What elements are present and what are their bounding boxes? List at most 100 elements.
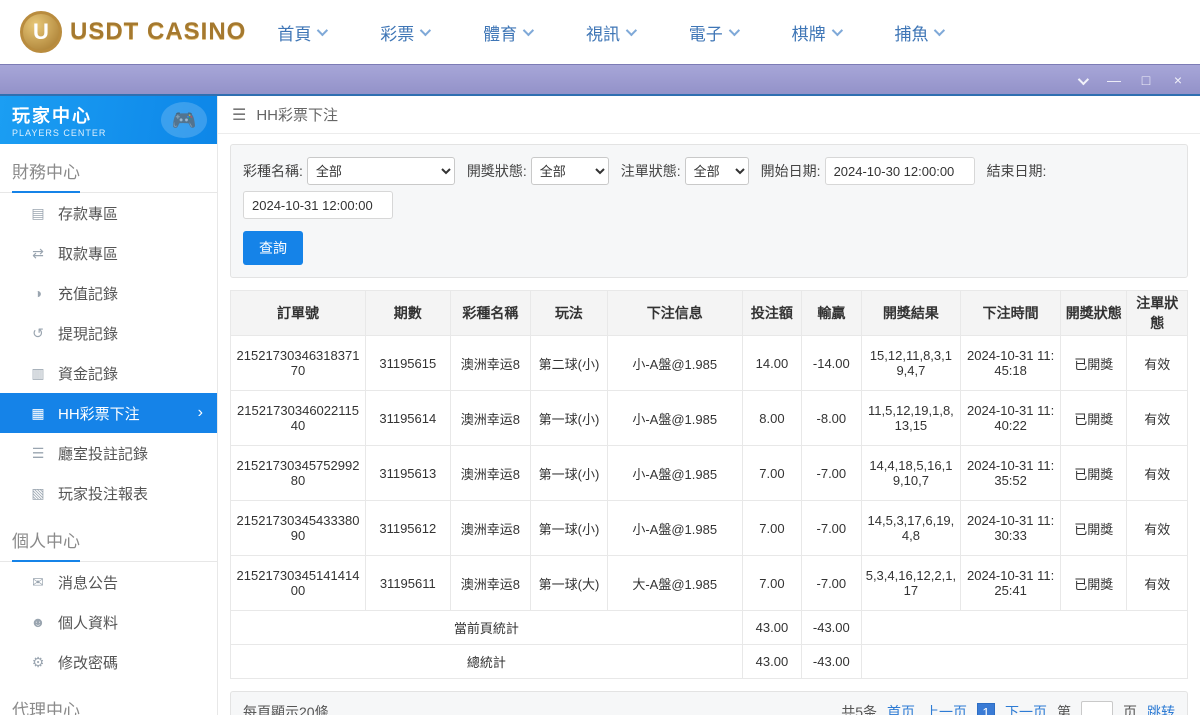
jump-suffix-label: 页 [1123, 704, 1137, 715]
gamepad-icon: 🎮 [161, 102, 207, 138]
cell-amount: 7.00 [741, 555, 803, 611]
start-date-input[interactable] [824, 157, 975, 185]
jump-button[interactable]: 跳转 [1147, 702, 1175, 715]
cell-winloss: -8.00 [801, 390, 862, 446]
cell-bet-status: 有效 [1126, 445, 1188, 501]
summary-page-winloss: -43.00 [801, 610, 862, 645]
first-page-link[interactable]: 首页 [887, 702, 915, 715]
nav-sports[interactable]: 體育 [483, 20, 535, 45]
cell-draw-status: 已開獎 [1059, 445, 1128, 501]
cell-draw-status: 已開獎 [1059, 555, 1128, 611]
cell-period: 31195612 [364, 500, 451, 556]
prev-page-link[interactable]: 上一页 [925, 702, 967, 715]
cell-order: 2152173034575299280 [230, 445, 366, 501]
end-date-label: 結束日期: [986, 163, 1047, 179]
col-period: 期數 [364, 290, 451, 336]
sidebar-item-hall-bet-record[interactable]: ☰ 廳室投註記錄 [0, 433, 217, 473]
sidebar-item-deposit[interactable]: ▤ 存款專區 [0, 193, 217, 233]
sidebar-item-label: 取款專區 [58, 245, 119, 263]
cell-result: 15,12,11,8,3,19,4,7 [860, 335, 962, 391]
summary-page-amount: 43.00 [741, 610, 803, 645]
table-row: 2152173034514141400 31195611 澳洲幸运8 第一球(大… [230, 555, 1188, 611]
nav-fishing[interactable]: 捕魚 [894, 20, 946, 45]
minimize-icon[interactable]: — [1106, 73, 1122, 87]
cell-result: 5,3,4,16,12,2,1,17 [860, 555, 962, 611]
nav-lottery[interactable]: 彩票 [380, 20, 432, 45]
nav-home-label: 首頁 [277, 24, 312, 44]
cell-winloss: -7.00 [801, 445, 862, 501]
cell-winloss: -14.00 [801, 335, 862, 391]
bets-table: 訂單號 期數 彩種名稱 玩法 下注信息 投注額 輸贏 開獎結果 下注時間 開獎狀… [230, 290, 1189, 679]
collapse-icon[interactable] [1074, 73, 1090, 87]
summary-row-page: 當前頁統計 43.00 -43.00 [230, 610, 1189, 645]
sidebar-item-withdraw[interactable]: ⇄ 取款專區 [0, 233, 217, 273]
bet-status-select[interactable]: 全部 [684, 157, 749, 185]
filter-panel: 彩種名稱: 全部 開獎狀態: 全部 注單狀態: 全部 開始日期: 結束日期: [230, 144, 1188, 278]
lottery-name-label: 彩種名稱: [243, 163, 303, 179]
sidebar-item-cashout-record[interactable]: ↺ 提現記錄 [0, 313, 217, 353]
cell-winloss: -7.00 [801, 555, 862, 611]
draw-status-select[interactable]: 全部 [530, 157, 609, 185]
sidebar-item-label: 存款專區 [58, 205, 119, 223]
nav-slots[interactable]: 電子 [688, 20, 740, 45]
chevron-down-icon [831, 24, 843, 37]
search-button[interactable]: 查詢 [243, 231, 303, 265]
sidebar-item-label: 資金記錄 [58, 365, 119, 383]
col-amount: 投注額 [741, 290, 803, 336]
table-row: 2152173034631837170 31195615 澳洲幸运8 第二球(小… [230, 335, 1188, 391]
cell-play: 第一球(小) [530, 500, 608, 556]
sidebar-item-player-bet-report[interactable]: ▧ 玩家投注報表 [0, 473, 217, 513]
chevron-down-icon [317, 24, 329, 37]
col-winloss: 輸贏 [801, 290, 862, 336]
maximize-icon[interactable]: □ [1138, 73, 1154, 87]
cell-info: 小-A盤@1.985 [606, 390, 743, 446]
sidebar-item-announcements[interactable]: ✉ 消息公告 [0, 562, 217, 602]
section-agent-center: 代理中心 [0, 682, 217, 715]
end-date-input[interactable] [243, 191, 393, 219]
table-row: 2152173034543338090 31195612 澳洲幸运8 第一球(小… [230, 500, 1188, 556]
cell-info: 小-A盤@1.985 [606, 445, 743, 501]
next-page-link[interactable]: 下一页 [1005, 702, 1047, 715]
current-page[interactable]: 1 [977, 703, 995, 715]
cell-play: 第一球(小) [530, 390, 608, 446]
nav-cards[interactable]: 棋牌 [792, 20, 843, 45]
cell-period: 31195614 [364, 390, 451, 446]
close-icon[interactable]: × [1170, 73, 1186, 87]
sidebar-item-change-password[interactable]: ⚙ 修改密碼 [0, 642, 217, 682]
col-order: 訂單號 [230, 290, 366, 336]
cell-bet-status: 有效 [1126, 335, 1188, 391]
nav-home[interactable]: 首頁 [277, 20, 329, 45]
sidebar-item-funds-record[interactable]: ▥ 資金記錄 [0, 353, 217, 393]
cell-result: 11,5,12,19,1,8,13,15 [860, 390, 962, 446]
cell-lottery: 澳洲幸运8 [449, 390, 532, 446]
hamburger-menu-icon[interactable]: ☰ [232, 105, 246, 125]
sidebar-item-label: 個人資料 [58, 614, 119, 632]
sidebar-item-label: 修改密碼 [58, 654, 119, 672]
site-logo[interactable]: U USDT CASINO [20, 11, 250, 53]
sidebar-item-profile[interactable]: ☻ 個人資料 [0, 602, 217, 642]
cell-period: 31195613 [364, 445, 451, 501]
cell-time: 2024-10-31 11:25:41 [960, 555, 1061, 611]
sidebar-item-recharge-record[interactable]: ◑ 充值記錄 [0, 273, 217, 313]
chevron-down-icon [522, 24, 535, 37]
chevron-down-icon [420, 24, 432, 37]
announcement-icon: ✉ [32, 573, 44, 590]
nav-live[interactable]: 視訊 [586, 20, 638, 45]
chevron-down-icon [934, 24, 946, 37]
logo-icon: U [20, 11, 62, 53]
page-jump-input[interactable] [1081, 701, 1113, 715]
chevron-down-icon [728, 24, 740, 37]
col-result: 開獎結果 [860, 290, 962, 336]
total-count: 共5条 [841, 704, 877, 715]
lottery-name-select[interactable]: 全部 [306, 157, 455, 185]
funds-icon: ▥ [31, 364, 45, 381]
cell-info: 小-A盤@1.985 [606, 335, 743, 391]
sidebar-item-hh-lottery-bets[interactable]: ▦ HH彩票下注 › [0, 393, 217, 433]
nav-slots-label: 電子 [688, 24, 723, 44]
sidebar-item-label: 廳室投註記錄 [58, 445, 149, 463]
cell-period: 31195615 [364, 335, 451, 391]
cell-info: 小-A盤@1.985 [606, 500, 743, 556]
cell-amount: 7.00 [741, 445, 803, 501]
table-header-row: 訂單號 期數 彩種名稱 玩法 下注信息 投注額 輸贏 開獎結果 下注時間 開獎狀… [230, 290, 1188, 336]
jump-prefix-label: 第 [1057, 704, 1071, 715]
